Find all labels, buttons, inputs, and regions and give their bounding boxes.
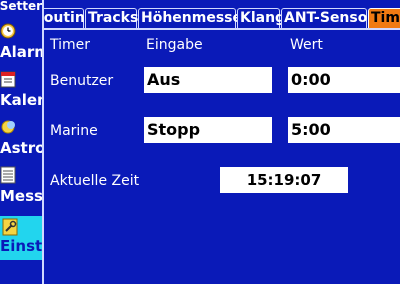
benutzer-value-field[interactable]: 0:00: [288, 67, 400, 93]
sidebar-item-alarme[interactable]: Alarme: [0, 22, 42, 66]
sidebar-title: Setter: [0, 0, 42, 13]
tab-ant-sensor[interactable]: ANT-Sensor: [281, 8, 374, 28]
sidebar-item-message[interactable]: Message: [0, 166, 42, 210]
current-time-label: Aktuelle Zeit: [50, 173, 140, 189]
marine-value-field[interactable]: 5:00: [288, 117, 400, 143]
sidebar-divider: [42, 0, 44, 284]
sidebar: Setter Alarme Kalender Astro: [0, 0, 42, 284]
tab-bar: Routing Tracks Höhenmesser Klang ANT-Sen…: [44, 6, 400, 30]
message-list-icon: [0, 166, 16, 184]
marine-input-field[interactable]: Stopp: [144, 117, 272, 143]
tab-timer[interactable]: Timer: [368, 8, 400, 28]
current-time-value: 15:19:07: [220, 167, 348, 193]
tab-hoehenmesser[interactable]: Höhenmesser: [138, 8, 249, 28]
tab-tracks[interactable]: Tracks: [85, 8, 138, 28]
column-header-eingabe: Eingabe: [146, 37, 203, 53]
column-header-timer: Timer: [50, 37, 91, 53]
sidebar-item-kalender[interactable]: Kalender: [0, 70, 42, 114]
sidebar-item-astro[interactable]: Astro: [0, 118, 42, 162]
alarm-clock-icon: [0, 23, 16, 39]
sun-moon-icon: [1, 120, 15, 134]
column-header-wert: Wert: [290, 37, 323, 53]
sidebar-item-einstellungen[interactable]: Einstellungen: [0, 216, 42, 260]
benutzer-input-field[interactable]: Aus: [144, 67, 272, 93]
row-label-marine: Marine: [50, 123, 98, 139]
calendar-icon: [0, 71, 16, 88]
tab-routing[interactable]: Routing: [44, 8, 95, 28]
row-label-benutzer: Benutzer: [50, 73, 114, 89]
wrench-icon: [2, 218, 18, 236]
tab-klang[interactable]: Klang: [237, 8, 285, 28]
